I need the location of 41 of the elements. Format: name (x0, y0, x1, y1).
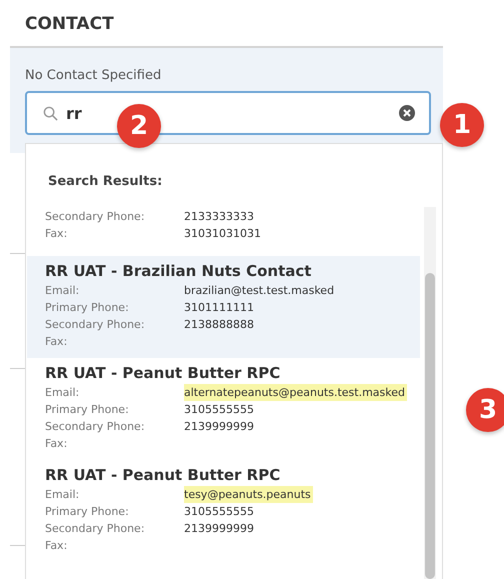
contact-name: RR UAT - Brazilian Nuts Contact (45, 262, 312, 280)
clear-icon[interactable] (399, 105, 415, 121)
result-item[interactable]: RR UAT - Peanut Butter RPC Email: alternatepeanuts@peanuts.test.masked Primary Phone: 3105555555 Secondary Phone: 2139999999 Fax: (27, 358, 420, 460)
result-item[interactable]: RR UAT - Peanut Butter RPC Email: tesy@peanuts.peanuts Primary Phone: 3105555555 Secondary Phone: 2139999999 Fax: (27, 460, 420, 562)
callout-badge: 3 (466, 388, 504, 432)
field-label: Fax: (45, 226, 68, 242)
scrollbar-thumb[interactable] (425, 273, 435, 579)
field-value: 2133333333 (184, 209, 254, 225)
field-label: Secondary Phone: (45, 317, 146, 333)
field-label: Primary Phone: (45, 402, 130, 418)
contact-name: RR UAT - Peanut Butter RPC (45, 364, 282, 382)
result-item[interactable]: Secondary Phone: 2133333333 Fax: 31031031031 (27, 204, 420, 256)
field-label: Secondary Phone: (45, 521, 146, 537)
contact-status: No Contact Specified (25, 68, 162, 83)
field-value: tesy@peanuts.peanuts (184, 486, 313, 503)
field-label: Email: (45, 385, 80, 401)
field-label: Fax: (45, 334, 68, 350)
search-icon (43, 106, 58, 120)
search-text: rr (66, 104, 82, 122)
field-value: 3105555555 (184, 504, 254, 520)
results-heading: Search Results: (47, 173, 164, 191)
field-label: Primary Phone: (45, 300, 130, 316)
field-label: Fax: (45, 538, 68, 554)
field-value: 2139999999 (184, 521, 254, 537)
section-title: CONTACT (25, 14, 114, 34)
field-label: Secondary Phone: (45, 209, 146, 225)
field-value: brazilian@test.test.masked (184, 283, 334, 299)
callout-badge: 1 (440, 103, 484, 147)
field-label: Primary Phone: (45, 504, 130, 520)
contact-name: RR UAT - Peanut Butter RPC (45, 466, 282, 484)
field-value: 31031031031 (184, 226, 261, 242)
field-label: Email: (45, 487, 80, 503)
field-value: 2138888888 (184, 317, 254, 333)
result-item[interactable]: RR UAT - Brazilian Nuts Contact Email: brazilian@test.test.masked Primary Phone: 3101111111 Secondary Phone: 2138888888 Fax: (27, 256, 420, 358)
field-value: 3105555555 (184, 402, 254, 418)
field-label: Fax: (45, 436, 68, 452)
field-label: Email: (45, 283, 80, 299)
field-value: 2139999999 (184, 419, 254, 435)
field-value: 3101111111 (184, 300, 254, 316)
field-label: Secondary Phone: (45, 419, 146, 435)
field-value: alternatepeanuts@peanuts.test.masked (184, 384, 407, 401)
